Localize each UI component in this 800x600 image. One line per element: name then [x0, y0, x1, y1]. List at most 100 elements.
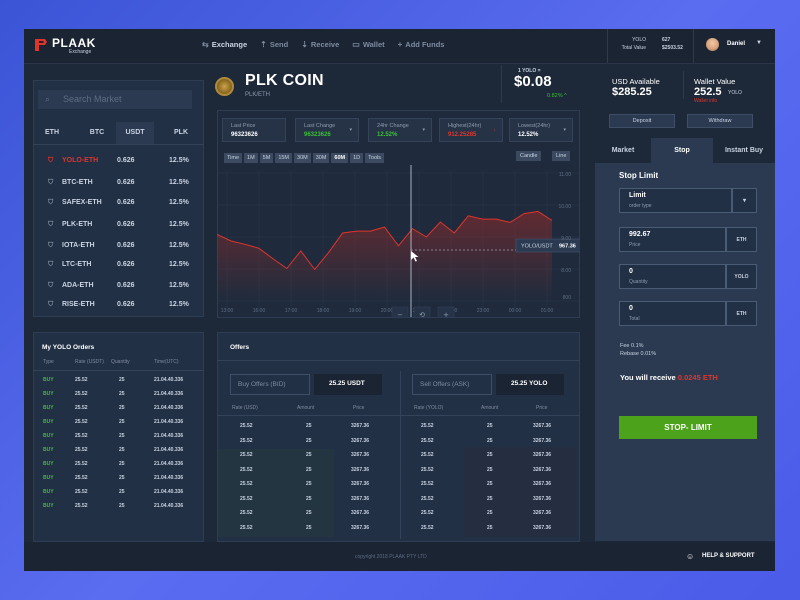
order-type: BUY — [43, 503, 54, 509]
market-row[interactable]: ⛉ PLK-ETH 0.626 12.5% — [33, 215, 204, 235]
usd-available-label: USD Available — [612, 77, 660, 86]
tab-usdt[interactable]: USDT — [116, 122, 154, 144]
avatar[interactable] — [706, 38, 719, 51]
deposit-button[interactable]: Deposit — [609, 114, 675, 128]
nav-send[interactable]: ⇡ Send — [260, 40, 288, 49]
order-time: 21.04.40.336 — [154, 503, 184, 509]
timeframe-1m[interactable]: 1M — [244, 153, 258, 163]
timeframe-tools[interactable]: Tools — [365, 153, 384, 163]
order-time: 21.04.40.336 — [154, 475, 184, 481]
line-button[interactable]: Line — [552, 151, 571, 161]
bookmark-icon[interactable]: ⛉ — [48, 261, 53, 269]
bookmark-icon[interactable]: ⛉ — [48, 242, 53, 250]
help-support-link[interactable]: HELP & SUPPORT — [702, 553, 755, 559]
ask-cell: 25.52 — [421, 524, 434, 531]
orders-title: My YOLO Orders — [42, 344, 95, 351]
timeframe-60m[interactable]: 60M — [331, 153, 349, 163]
user-name[interactable]: Daniel — [727, 41, 745, 47]
buy-offers-selector[interactable]: Buy Offers (BID) — [230, 374, 310, 395]
divider — [683, 71, 684, 99]
price-field[interactable]: 992.67 Price — [619, 227, 726, 252]
market-row[interactable]: ⛉ LTC-ETH 0.626 12.5% — [33, 255, 204, 275]
order-rate: 25.52 — [75, 489, 88, 495]
stop-limit-button[interactable]: STOP- LIMIT — [619, 416, 757, 439]
bookmark-icon[interactable]: ⛉ — [48, 157, 53, 165]
withdraw-button[interactable]: Withdraw — [687, 114, 753, 128]
order-type-select[interactable]: Limit order type — [619, 188, 732, 213]
market-row[interactable]: ⛉ ADA-ETH 0.626 12.5% — [33, 276, 204, 296]
quantity-field[interactable]: 0 Quantity — [619, 264, 726, 289]
candle-button[interactable]: Candle — [516, 151, 542, 161]
search-input[interactable]: ⌕ Search Market — [38, 90, 192, 109]
chevron-down-icon[interactable]: ▼ — [756, 40, 762, 46]
nav-wallet[interactable]: ▭ Wallet — [352, 40, 384, 49]
wallet-value-label: Wallet Value — [694, 77, 736, 86]
stat-highest-24hr[interactable]: Highest(24hr) 912.25285 ↓ — [439, 118, 503, 142]
stat-last-price[interactable]: Last Price 96323626 — [222, 118, 286, 142]
nav-exchange[interactable]: ⇆ Exchange — [202, 40, 247, 49]
market-row[interactable]: ⛉ IOTA-ETH 0.626 12.5% — [33, 236, 204, 256]
market-row[interactable]: ⛉ RISE-ETH 0.626 12.5% — [33, 295, 204, 315]
ask-cell: 3267.36 — [533, 452, 552, 458]
tab-market[interactable]: Market — [595, 138, 651, 163]
zoom-in-button-label: + — [443, 311, 449, 317]
tab-plk[interactable]: PLK — [161, 122, 201, 144]
tab-btc[interactable]: BTC — [78, 122, 116, 144]
nav-receive[interactable]: ⇣ Receive — [301, 40, 339, 49]
order-rate: 25.52 — [75, 447, 88, 453]
divider — [217, 415, 580, 416]
order-rate: 25.52 — [75, 405, 88, 411]
ask-cell: 25.52 — [421, 423, 434, 429]
y-tick-label: 11.00 — [559, 172, 571, 178]
bookmark-icon[interactable]: ⛉ — [48, 301, 53, 309]
ask-cell: 25 — [487, 466, 493, 473]
divider — [607, 29, 608, 63]
market-row[interactable]: ⛉ YOLO-ETH 0.626 12.5% — [33, 151, 204, 171]
timeframe-30m[interactable]: 30M — [294, 153, 311, 163]
support-icon[interactable]: ☺ — [686, 552, 694, 561]
bid-cell: 3267.36 — [351, 481, 370, 487]
wallet-unit: YOLO — [728, 90, 742, 96]
stat-24hr-change[interactable]: 24hr Change 12.52% ▾ — [368, 118, 432, 142]
ask-cell: 25 — [487, 524, 493, 531]
timeframe-1d[interactable]: 1D — [350, 153, 364, 163]
plk-coin-icon — [215, 77, 234, 96]
market-row[interactable]: ⛉ SAFEX-ETH 0.626 12.5% — [33, 193, 204, 213]
chevron-down-icon: ▾ — [349, 127, 352, 133]
tab-eth[interactable]: ETH — [33, 122, 71, 144]
total-field[interactable]: 0 Total — [619, 301, 726, 326]
bid-col-header: Price — [353, 405, 365, 411]
tab-instant-buy[interactable]: Instant Buy — [713, 138, 775, 163]
bookmark-icon[interactable]: ⛉ — [48, 282, 53, 290]
download-icon: ⇣ — [301, 40, 308, 49]
ask-cell: 25 — [487, 452, 493, 458]
timeframe-30m-2[interactable]: 30M — [312, 153, 330, 163]
footer: copyright 2018 PLAAK PTY LTD ☺ HELP & SU… — [24, 542, 775, 571]
stat-lowest-24hr[interactable]: Lowest(24hr) 12.52% ▾ — [509, 118, 573, 142]
timeframe-15m[interactable]: 15M — [275, 153, 293, 163]
order-type: BUY — [43, 489, 54, 495]
nav-add-funds[interactable]: + Add Funds — [398, 40, 445, 49]
order-time: 21.04.40.336 — [154, 433, 184, 439]
trade-tabs: Market Stop Instant Buy — [595, 138, 775, 163]
timeframe-time[interactable]: Time — [224, 153, 243, 163]
bookmark-icon[interactable]: ⛉ — [48, 179, 53, 187]
market-row[interactable]: ⛉ BTC-ETH 0.626 12.5% — [33, 173, 204, 193]
price-chart[interactable]: YOLO/USDT 967.36 13:00 16:00 17:00 18:00 19:00… — [217, 165, 580, 317]
timeframe-5m[interactable]: 5M — [259, 153, 274, 163]
bookmark-icon[interactable]: ⛉ — [48, 221, 53, 229]
divider — [400, 371, 401, 539]
chevron-down-icon[interactable]: ▾ — [732, 188, 757, 213]
receive-value: 0.0245 ETH — [677, 373, 718, 382]
stat-last-change[interactable]: Last Change 96323626 ▾ — [295, 118, 359, 142]
bookmark-icon[interactable]: ⛉ — [48, 199, 53, 207]
order-rate: 25.52 — [75, 475, 88, 481]
ask-cell: 25 — [487, 437, 493, 444]
wallet-info-link[interactable]: Wallet info — [694, 98, 717, 104]
tab-stop[interactable]: Stop — [651, 138, 713, 163]
sell-offers-value: 25.25 YOLO — [496, 374, 564, 395]
bid-depth — [218, 449, 334, 537]
sell-offers-selector[interactable]: Sell Offers (ASK) — [412, 374, 492, 395]
order-type: BUY — [43, 405, 54, 411]
order-rate: 25.52 — [75, 503, 88, 509]
